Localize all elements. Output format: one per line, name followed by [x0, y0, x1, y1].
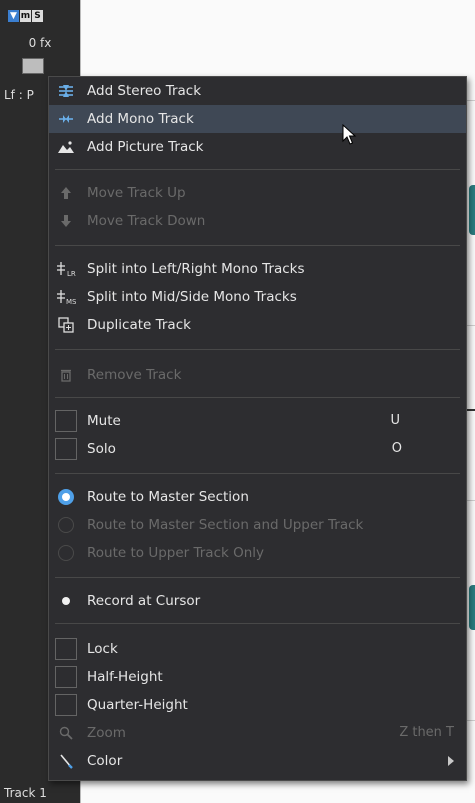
pan-label: Lf : P — [4, 88, 34, 102]
magnifier-icon — [53, 719, 79, 747]
picture-icon — [53, 133, 79, 161]
pen-icon — [53, 747, 79, 775]
duplicate-icon — [53, 311, 79, 339]
track-mute-button[interactable]: m — [20, 10, 31, 22]
route-master-radio[interactable] — [53, 483, 79, 511]
track-buttons: ▼ m S — [8, 10, 43, 22]
waveform-clip[interactable] — [469, 585, 475, 630]
solo-checkbox[interactable] — [53, 435, 79, 463]
menu-item-record-at-cursor[interactable]: Record at Cursor — [49, 587, 466, 615]
track-level-slider[interactable] — [22, 58, 44, 74]
menu-item-split-left-right[interactable]: LR Split into Left/Right Mono Tracks — [49, 255, 466, 283]
mono-track-icon — [53, 105, 79, 133]
trash-icon — [53, 361, 79, 389]
menu-item-label: Mute — [87, 413, 121, 429]
menu-item-label: Zoom — [87, 725, 126, 741]
menu-item-color[interactable]: Color — [49, 747, 466, 775]
menu-item-shortcut: Z then T — [399, 725, 454, 740]
menu-item-label: Split into Left/Right Mono Tracks — [87, 261, 305, 277]
menu-item-route-upper-only[interactable]: Route to Upper Track Only — [49, 539, 466, 567]
track-context-menu: Add Stereo Track Add Mono Track Add Pict… — [48, 76, 467, 781]
mouse-pointer-icon — [342, 123, 358, 150]
quarter-height-checkbox[interactable] — [53, 691, 79, 719]
menu-separator — [55, 623, 460, 624]
lock-checkbox[interactable] — [53, 635, 79, 663]
menu-item-label: Half-Height — [87, 669, 163, 685]
route-upper-radio[interactable] — [53, 539, 79, 567]
menu-item-label: Move Track Down — [87, 213, 206, 229]
menu-item-shortcut: U — [390, 413, 400, 428]
menu-item-label: Color — [87, 753, 123, 769]
menu-item-shortcut: O — [391, 441, 402, 456]
menu-item-duplicate-track[interactable]: Duplicate Track — [49, 311, 466, 339]
record-dot-icon — [53, 587, 79, 615]
menu-item-label: Add Stereo Track — [87, 83, 202, 99]
menu-item-mute[interactable]: Mute U — [49, 407, 466, 435]
menu-item-move-track-up[interactable]: Move Track Up — [49, 179, 466, 207]
menu-item-add-picture-track[interactable]: Add Picture Track — [49, 133, 466, 161]
menu-item-label: Route to Upper Track Only — [87, 545, 265, 561]
split-ms-icon: MS — [53, 283, 79, 311]
menu-item-solo[interactable]: Solo O — [49, 435, 466, 463]
menu-separator — [55, 577, 460, 578]
menu-item-remove-track[interactable]: Remove Track — [49, 361, 466, 389]
menu-item-zoom[interactable]: Zoom Z then T — [49, 719, 466, 747]
arrow-up-icon — [53, 179, 79, 207]
menu-item-label: Duplicate Track — [87, 317, 191, 333]
menu-separator — [55, 397, 460, 398]
svg-text:MS: MS — [66, 298, 76, 305]
fx-count-label: 0 fx — [28, 36, 52, 50]
track-name: Track 1 — [4, 786, 47, 800]
menu-item-label: Route to Master Section — [87, 489, 249, 505]
menu-separator — [55, 169, 460, 170]
menu-item-label: Add Mono Track — [87, 111, 194, 127]
menu-item-route-to-master[interactable]: Route to Master Section — [49, 483, 466, 511]
menu-item-label: Solo — [87, 441, 116, 457]
mute-checkbox[interactable] — [53, 407, 79, 435]
track-solo-button[interactable]: S — [32, 10, 43, 22]
menu-separator — [55, 349, 460, 350]
svg-text:LR: LR — [67, 270, 76, 277]
menu-item-label: Move Track Up — [87, 185, 186, 201]
waveform-clip[interactable] — [469, 185, 475, 235]
menu-item-quarter-height[interactable]: Quarter-Height — [49, 691, 466, 719]
menu-separator — [55, 473, 460, 474]
track-menu-button[interactable]: ▼ — [8, 10, 19, 22]
menu-item-label: Lock — [87, 641, 118, 657]
menu-item-route-master-and-upper[interactable]: Route to Master Section and Upper Track — [49, 511, 466, 539]
menu-item-lock[interactable]: Lock — [49, 635, 466, 663]
arrow-down-icon — [53, 207, 79, 235]
menu-item-add-mono-track[interactable]: Add Mono Track — [49, 105, 466, 133]
menu-item-label: Quarter-Height — [87, 697, 188, 713]
menu-item-label: Add Picture Track — [87, 139, 204, 155]
menu-item-label: Record at Cursor — [87, 593, 201, 609]
menu-item-add-stereo-track[interactable]: Add Stereo Track — [49, 77, 466, 105]
stereo-track-icon — [53, 77, 79, 105]
menu-item-split-mid-side[interactable]: MS Split into Mid/Side Mono Tracks — [49, 283, 466, 311]
route-master-upper-radio[interactable] — [53, 511, 79, 539]
menu-separator — [55, 245, 460, 246]
menu-item-move-track-down[interactable]: Move Track Down — [49, 207, 466, 235]
menu-item-label: Route to Master Section and Upper Track — [87, 517, 364, 533]
split-lr-icon: LR — [53, 255, 79, 283]
submenu-arrow-icon — [448, 756, 454, 766]
menu-item-label: Split into Mid/Side Mono Tracks — [87, 289, 297, 305]
half-height-checkbox[interactable] — [53, 663, 79, 691]
menu-item-half-height[interactable]: Half-Height — [49, 663, 466, 691]
menu-item-label: Remove Track — [87, 367, 182, 383]
